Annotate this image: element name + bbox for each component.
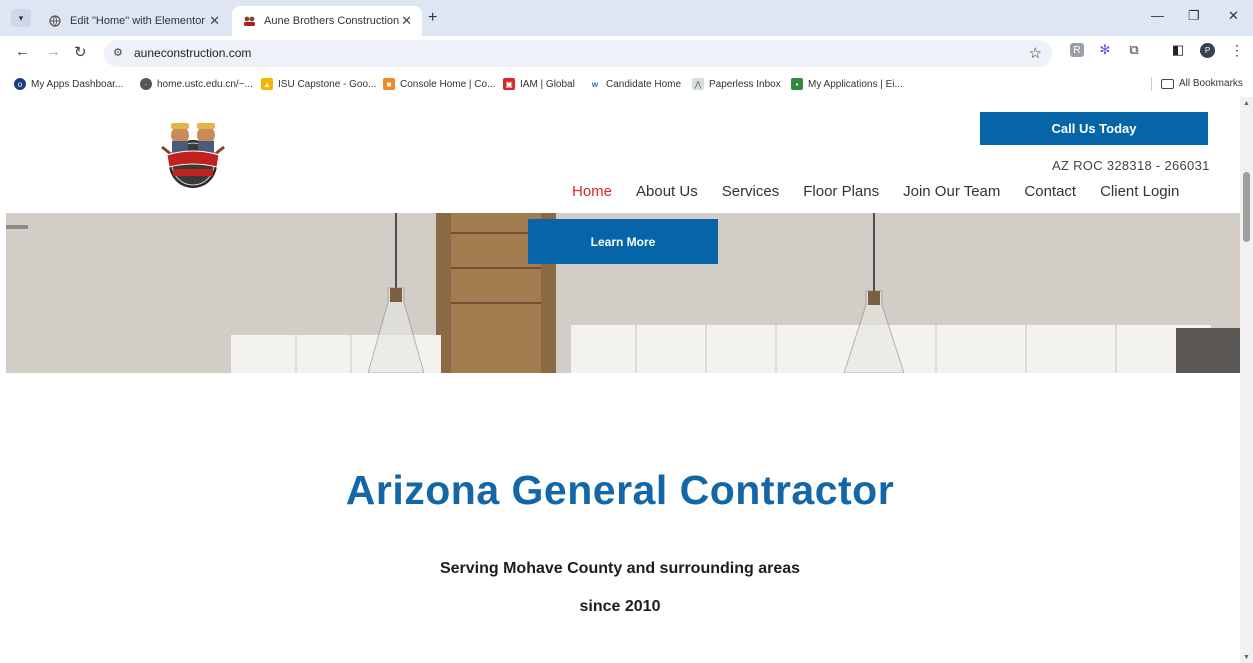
bookmark-label: My Apps Dashboar... — [31, 78, 124, 90]
bookmarks-divider — [1151, 77, 1152, 91]
extensions-puzzle-icon[interactable]: ⧉ — [1127, 42, 1141, 57]
drive-icon: ▲ — [261, 78, 273, 90]
tab-search-button[interactable]: ▾ — [11, 9, 31, 27]
reload-icon[interactable]: ↻ — [74, 43, 87, 61]
kebab-menu-icon[interactable]: ⋮ — [1230, 42, 1244, 58]
bookmark-item[interactable]: ▣ IAM | Global — [503, 78, 575, 90]
service-area-text: Serving Mohave County and surrounding ar… — [439, 560, 801, 577]
browser-toolbar: ← → ↻ ⚙ auneconstruction.com ☆ — [0, 36, 1253, 70]
bookmark-item[interactable]: o My Apps Dashboar... — [14, 78, 123, 90]
since-year-text: since 2010 — [579, 598, 661, 615]
bookmark-label: Paperless Inbox — [709, 78, 781, 90]
window-close-icon[interactable]: ✕ — [1228, 8, 1239, 24]
bookmark-item[interactable]: ▲ ISU Capstone - Goo... — [261, 78, 376, 90]
site-logo[interactable] — [158, 117, 228, 192]
tab-close-icon[interactable]: ✕ — [209, 13, 220, 29]
extension-icon[interactable]: R — [1070, 43, 1084, 57]
bookmark-star-icon[interactable]: ☆ — [1029, 44, 1042, 62]
globe-icon — [48, 14, 62, 28]
nav-contact[interactable]: Contact — [1012, 183, 1088, 200]
workday-icon: w — [589, 78, 601, 90]
scroll-up-icon[interactable]: ▲ — [1243, 100, 1250, 107]
bookmark-item[interactable]: ⋀ Paperless Inbox — [692, 78, 781, 90]
apps-icon: ▪ — [791, 78, 803, 90]
web-page: Call Us Today AZ ROC 328318 - 266031 Hom… — [0, 97, 1240, 663]
nav-about-us[interactable]: About Us — [624, 183, 710, 200]
side-panel-icon[interactable]: ◧ — [1171, 42, 1185, 57]
page-scrollbar[interactable]: ▲ ▼ — [1240, 97, 1253, 663]
cube-icon: ■ — [383, 78, 395, 90]
bookmark-item[interactable]: ▪ My Applications | Ei... — [791, 78, 903, 90]
license-number: AZ ROC 328318 - 266031 — [1052, 158, 1210, 173]
page-headline: Arizona General Contractor — [345, 467, 895, 513]
call-us-today-button[interactable]: Call Us Today — [980, 112, 1208, 145]
learn-more-button[interactable]: Learn More — [528, 219, 718, 264]
nav-join-our-team[interactable]: Join Our Team — [891, 183, 1012, 200]
extension-flower-icon[interactable]: ✻ — [1098, 42, 1112, 57]
bookmark-label: ISU Capstone - Goo... — [278, 78, 377, 90]
circle-icon: o — [14, 78, 26, 90]
folder-icon — [1161, 78, 1174, 89]
tab-title: Aune Brothers Construction — [264, 15, 400, 27]
restore-icon[interactable]: ❐ — [1188, 8, 1200, 24]
bookmark-label: My Applications | Ei... — [808, 78, 903, 90]
profile-avatar[interactable]: P — [1200, 43, 1215, 58]
tab-close-icon[interactable]: ✕ — [401, 13, 412, 29]
nav-services[interactable]: Services — [710, 183, 792, 200]
bookmark-label: home.ustc.edu.cn/~... — [157, 78, 253, 90]
back-icon[interactable]: ← — [15, 43, 30, 60]
all-bookmarks-button[interactable]: All Bookmarks — [1161, 78, 1243, 89]
tab-aune[interactable]: Aune Brothers Construction ✕ — [232, 6, 422, 36]
main-nav: Home About Us Services Floor Plans Join … — [560, 183, 1191, 200]
tab-elementor[interactable]: Edit "Home" with Elementor ✕ — [38, 6, 230, 36]
bookmark-label: Candidate Home — [606, 78, 682, 90]
minimize-icon[interactable]: — — [1151, 8, 1164, 23]
all-bookmarks-label: All Bookmarks — [1179, 78, 1243, 89]
bookmark-item[interactable]: w Candidate Home — [589, 78, 681, 90]
bookmark-item[interactable]: ■ Console Home | Co... — [383, 78, 495, 90]
new-tab-icon[interactable]: + — [428, 9, 437, 27]
address-bar[interactable]: ⚙ auneconstruction.com ☆ — [104, 40, 1052, 67]
url-text[interactable]: auneconstruction.com — [134, 46, 251, 60]
bookmark-label: Console Home | Co... — [400, 78, 496, 90]
bookmark-label: IAM | Global — [520, 78, 575, 90]
paperless-icon: ⋀ — [692, 78, 704, 90]
nav-home[interactable]: Home — [560, 183, 624, 200]
globe-icon: · — [140, 78, 152, 90]
forward-icon[interactable]: → — [46, 43, 61, 60]
scroll-thumb[interactable] — [1243, 172, 1250, 242]
site-favicon — [242, 14, 256, 28]
tab-strip: ▾ Edit "Home" with Elementor ✕ Aune Brot… — [0, 0, 1253, 36]
site-settings-icon[interactable]: ⚙ — [113, 46, 123, 59]
bookmarks-bar: o My Apps Dashboar... · home.ustc.edu.cn… — [0, 72, 1253, 96]
iam-icon: ▣ — [503, 78, 515, 90]
bookmark-item[interactable]: · home.ustc.edu.cn/~... — [140, 78, 253, 90]
scroll-down-icon[interactable]: ▼ — [1243, 654, 1250, 661]
tab-title: Edit "Home" with Elementor — [70, 15, 205, 27]
nav-floor-plans[interactable]: Floor Plans — [791, 183, 891, 200]
nav-client-login[interactable]: Client Login — [1088, 183, 1191, 200]
